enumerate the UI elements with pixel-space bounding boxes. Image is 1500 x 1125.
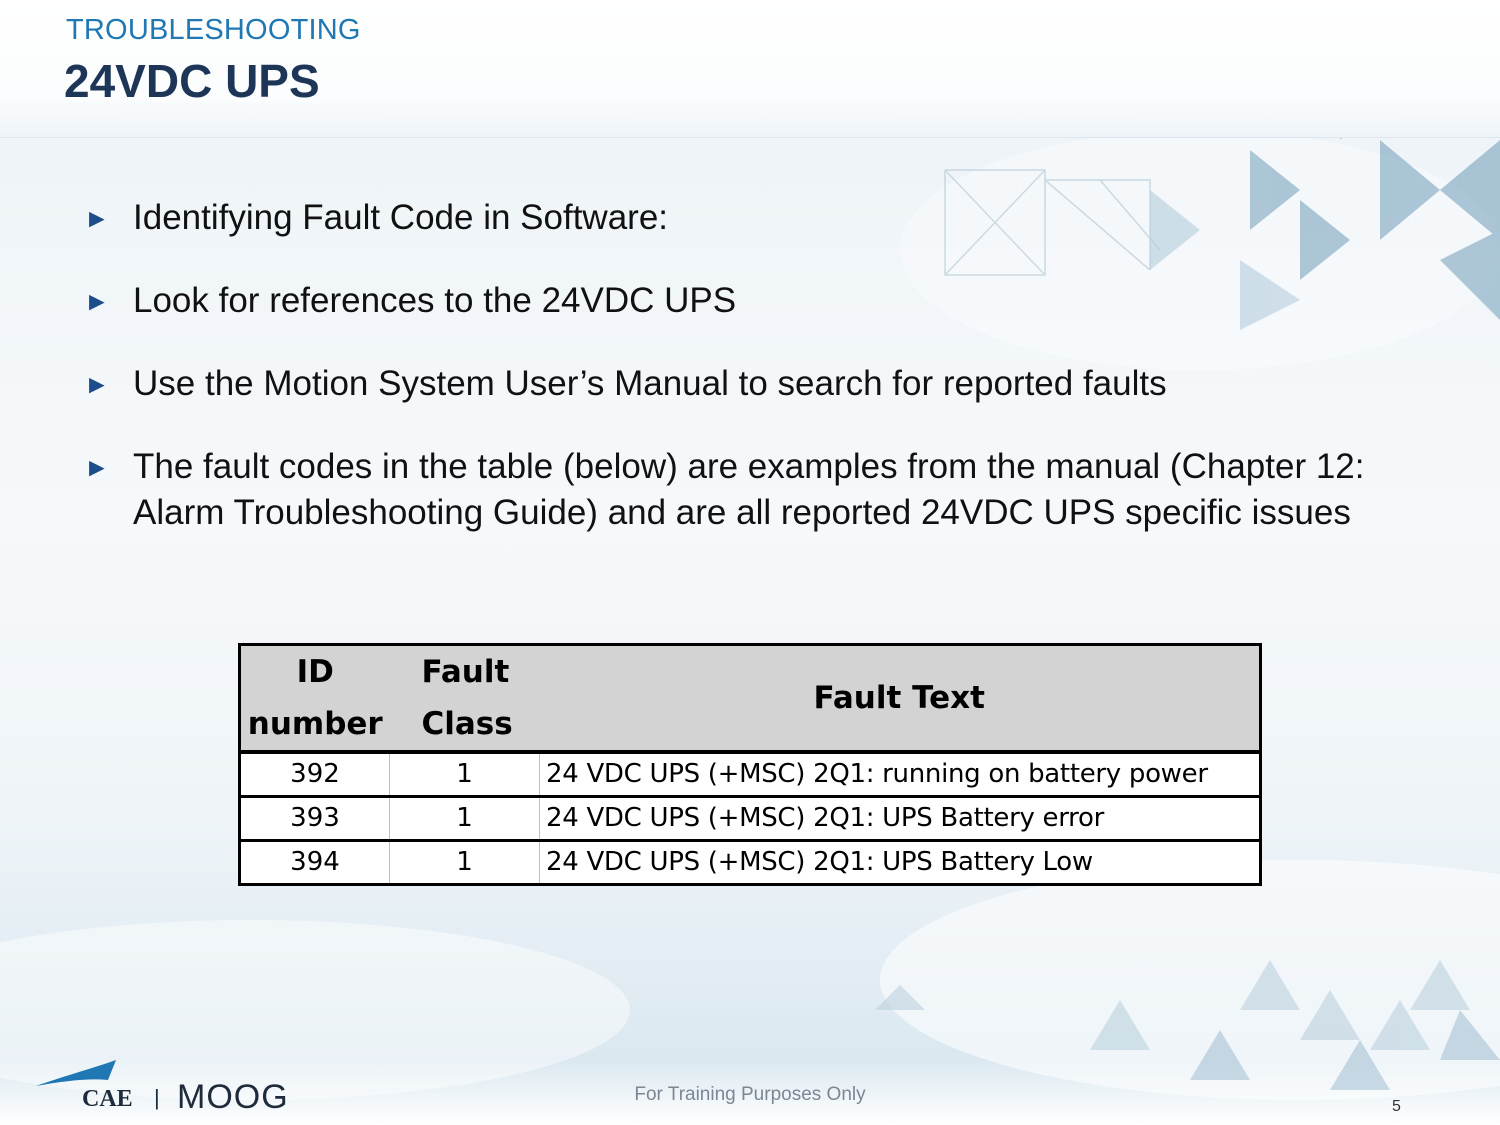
header-id-number: ID number: [239, 644, 390, 754]
header-class-line1: Fault: [421, 654, 510, 690]
cell-id: 394: [239, 840, 390, 886]
fault-code-table: ID number Fault Class Fault Text 392 1 2…: [238, 643, 1262, 886]
table-header-row: ID number Fault Class Fault Text: [239, 644, 1261, 754]
bullet-text: The fault codes in the table (below) are…: [133, 447, 1365, 532]
cell-fault-text: 24 VDC UPS (+MSC) 2Q1: running on batter…: [539, 752, 1261, 798]
page-number: 5: [1392, 1098, 1401, 1115]
footer-note: For Training Purposes Only: [634, 1084, 866, 1105]
cae-swoosh-icon: [36, 1060, 116, 1086]
bullet-item: ► Look for references to the 24VDC UPS: [84, 278, 1384, 324]
triangle-bullet-icon: ►: [84, 452, 110, 482]
bullet-text: Identifying Fault Code in Software:: [133, 198, 669, 237]
cell-class: 1: [389, 752, 540, 798]
bullet-item: ► Use the Motion System User’s Manual to…: [84, 361, 1384, 407]
header-id-line1: ID: [296, 654, 334, 690]
table-row: 393 1 24 VDC UPS (+MSC) 2Q1: UPS Battery…: [239, 796, 1261, 842]
bullet-item: ► Identifying Fault Code in Software:: [84, 195, 1384, 241]
triangle-bullet-icon: ►: [84, 203, 110, 233]
cell-fault-text: 24 VDC UPS (+MSC) 2Q1: UPS Battery Low: [539, 840, 1261, 886]
bullet-text: Use the Motion System User’s Manual to s…: [133, 364, 1167, 403]
section-label: TROUBLESHOOTING: [66, 14, 361, 46]
triangle-bullet-icon: ►: [84, 286, 110, 316]
cell-id: 392: [239, 752, 390, 798]
bullet-list: ► Identifying Fault Code in Software: ► …: [84, 195, 1384, 573]
bullet-text: Look for references to the 24VDC UPS: [133, 281, 737, 320]
slide: TROUBLESHOOTING 24VDC UPS ► Identifying …: [0, 0, 1500, 1125]
triangle-bullet-icon: ►: [84, 369, 110, 399]
header-fault-class: Fault Class: [389, 644, 540, 754]
cell-class: 1: [389, 796, 540, 842]
header-fault-text: Fault Text: [539, 644, 1261, 754]
table-row: 394 1 24 VDC UPS (+MSC) 2Q1: UPS Battery…: [239, 840, 1261, 886]
cell-id: 393: [239, 796, 390, 842]
page-title: 24VDC UPS: [64, 55, 320, 107]
header-class-line2: Class: [421, 706, 513, 742]
table-row: 392 1 24 VDC UPS (+MSC) 2Q1: running on …: [239, 752, 1261, 798]
cell-class: 1: [389, 840, 540, 886]
header-id-line2: number: [247, 706, 383, 742]
bullet-item: ► The fault codes in the table (below) a…: [84, 444, 1384, 536]
cell-fault-text: 24 VDC UPS (+MSC) 2Q1: UPS Battery error: [539, 796, 1261, 842]
